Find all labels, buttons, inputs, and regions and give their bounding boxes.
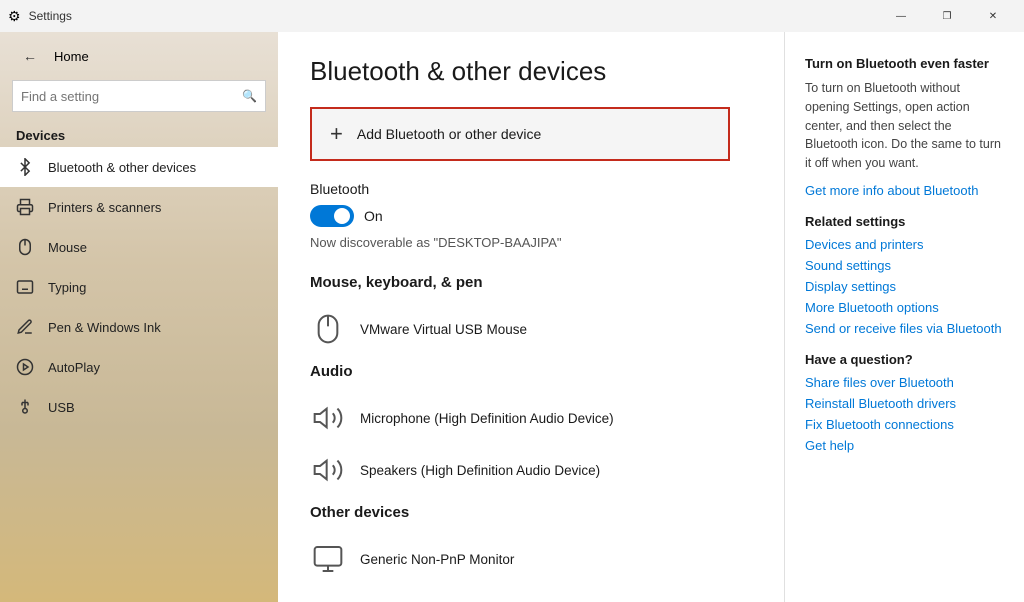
related-links-container: Devices and printers Sound settings Displa… xyxy=(805,237,1004,336)
plus-icon: + xyxy=(330,123,343,145)
sidebar-item-mouse[interactable]: Mouse xyxy=(0,227,278,267)
close-button[interactable]: ✕ xyxy=(970,0,1016,32)
sidebar-item-usb[interactable]: USB xyxy=(0,387,278,427)
question-link[interactable]: Get help xyxy=(805,438,1004,453)
search-input[interactable] xyxy=(21,89,242,104)
mouse_device-icon xyxy=(310,311,346,347)
printer-icon xyxy=(16,198,36,216)
search-box[interactable]: 🔍 xyxy=(12,80,266,112)
device-section-title: Mouse, keyboard, & pen xyxy=(310,274,752,291)
maximize-button[interactable]: ❐ xyxy=(924,0,970,32)
device-name: Generic Non-PnP Monitor xyxy=(360,552,514,567)
sidebar-item-label: Mouse xyxy=(48,240,87,255)
device-name: VMware Virtual USB Mouse xyxy=(360,322,527,337)
bluetooth-icon xyxy=(16,158,36,176)
related-title: Related settings xyxy=(805,214,1004,229)
device-item[interactable]: VMware Virtual USB Mouse xyxy=(310,303,752,355)
question-title: Have a question? xyxy=(805,352,1004,367)
sidebar: ← Home 🔍 Devices Bluetooth & other devic… xyxy=(0,32,278,602)
page-title: Bluetooth & other devices xyxy=(310,56,752,87)
back-button[interactable]: ← xyxy=(16,42,44,70)
title-bar-controls: — ❐ ✕ xyxy=(878,0,1016,32)
sidebar-nav-top: ← Home xyxy=(0,32,278,80)
monitor-icon xyxy=(310,541,346,577)
related-link[interactable]: Sound settings xyxy=(805,258,1004,273)
sidebar-item-printers[interactable]: Printers & scanners xyxy=(0,187,278,227)
audio-icon xyxy=(310,400,346,436)
related-link[interactable]: Send or receive files via Bluetooth xyxy=(805,321,1004,336)
title-bar-left: ⚙ Settings xyxy=(8,8,72,25)
audio-icon xyxy=(310,452,346,488)
tip-desc: To turn on Bluetooth without opening Set… xyxy=(805,79,1004,173)
right-panel: Turn on Bluetooth even faster To turn on… xyxy=(784,32,1024,602)
usb-icon xyxy=(16,398,36,416)
device-sections-container: Mouse, keyboard, & pen VMware Virtual US… xyxy=(310,266,752,585)
title-bar-title: Settings xyxy=(29,9,72,23)
device-item[interactable]: Microphone (High Definition Audio Device… xyxy=(310,392,752,444)
question-link[interactable]: Share files over Bluetooth xyxy=(805,375,1004,390)
sidebar-items-container: Bluetooth & other devices Printers & sca… xyxy=(0,147,278,427)
related-link[interactable]: More Bluetooth options xyxy=(805,300,1004,315)
add-device-label: Add Bluetooth or other device xyxy=(357,126,541,142)
sidebar-item-label: Bluetooth & other devices xyxy=(48,160,196,175)
mouse-icon xyxy=(16,238,36,256)
bluetooth-toggle-wrapper: On xyxy=(310,205,752,227)
home-link[interactable]: Home xyxy=(54,49,89,64)
typing-icon xyxy=(16,278,36,296)
device-name: Microphone (High Definition Audio Device… xyxy=(360,411,614,426)
device-item[interactable]: Speakers (High Definition Audio Device) xyxy=(310,444,752,496)
title-bar: ⚙ Settings — ❐ ✕ xyxy=(0,0,1024,32)
sidebar-item-bluetooth[interactable]: Bluetooth & other devices xyxy=(0,147,278,187)
device-section-title: Audio xyxy=(310,363,752,380)
sidebar-item-pen[interactable]: Pen & Windows Ink xyxy=(0,307,278,347)
sidebar-item-label: AutoPlay xyxy=(48,360,100,375)
question-link[interactable]: Reinstall Bluetooth drivers xyxy=(805,396,1004,411)
minimize-button[interactable]: — xyxy=(878,0,924,32)
related-link[interactable]: Display settings xyxy=(805,279,1004,294)
sidebar-item-label: Printers & scanners xyxy=(48,200,161,215)
toggle-state-label: On xyxy=(364,208,383,224)
search-icon: 🔍 xyxy=(242,89,257,103)
main-content: Bluetooth & other devices + Add Bluetoot… xyxy=(278,32,784,602)
device-section-title: Other devices xyxy=(310,504,752,521)
devices-section-label: Devices xyxy=(0,120,278,147)
sidebar-item-typing[interactable]: Typing xyxy=(0,267,278,307)
device-item[interactable]: Generic Non-PnP Monitor xyxy=(310,533,752,585)
discoverable-text: Now discoverable as "DESKTOP-BAAJIPA" xyxy=(310,235,752,250)
tip-title: Turn on Bluetooth even faster xyxy=(805,56,1004,71)
app-body: ← Home 🔍 Devices Bluetooth & other devic… xyxy=(0,32,1024,602)
bluetooth-toggle[interactable] xyxy=(310,205,354,227)
bluetooth-label: Bluetooth xyxy=(310,181,752,197)
sidebar-item-label: Pen & Windows Ink xyxy=(48,320,161,335)
sidebar-item-label: Typing xyxy=(48,280,86,295)
add-device-button[interactable]: + Add Bluetooth or other device xyxy=(310,107,730,161)
tip-link[interactable]: Get more info about Bluetooth xyxy=(805,183,1004,198)
settings-icon: ⚙ xyxy=(8,8,21,25)
question-links-container: Share files over Bluetooth Reinstall Blue… xyxy=(805,375,1004,453)
question-link[interactable]: Fix Bluetooth connections xyxy=(805,417,1004,432)
autoplay-icon xyxy=(16,358,36,376)
sidebar-item-label: USB xyxy=(48,400,75,415)
related-link[interactable]: Devices and printers xyxy=(805,237,1004,252)
device-name: Speakers (High Definition Audio Device) xyxy=(360,463,600,478)
sidebar-item-autoplay[interactable]: AutoPlay xyxy=(0,347,278,387)
pen-icon xyxy=(16,318,36,336)
